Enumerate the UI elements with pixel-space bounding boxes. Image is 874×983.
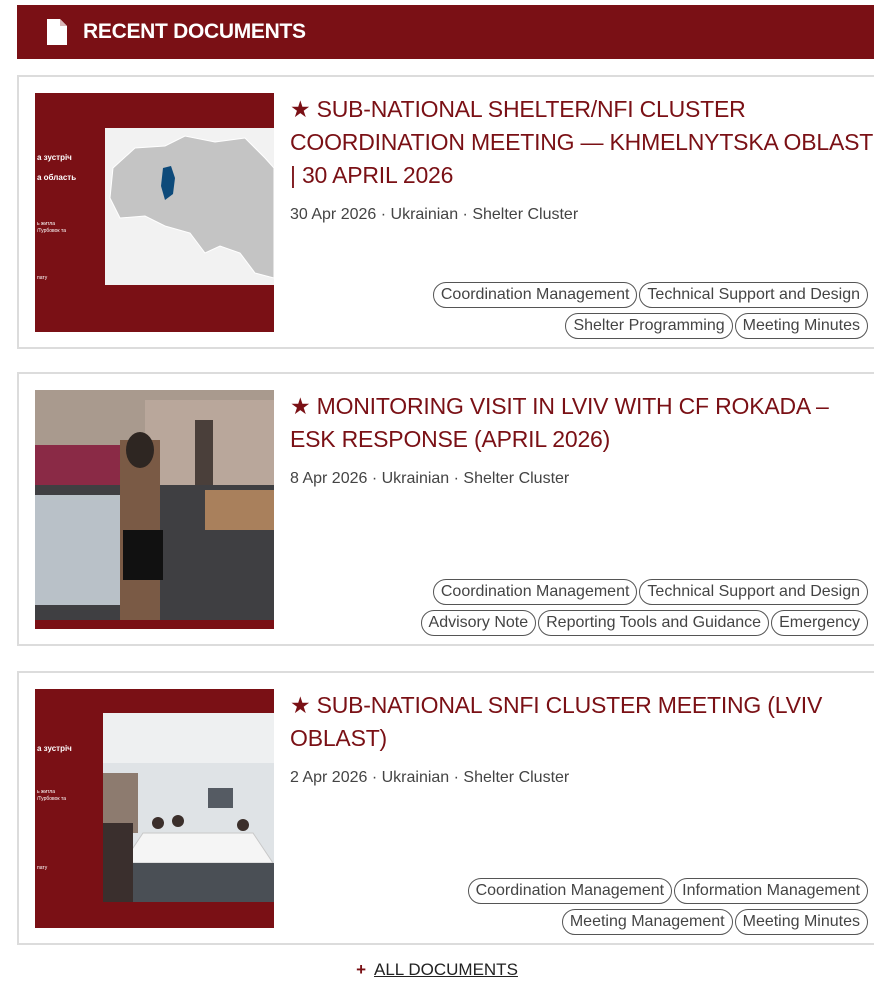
document-card[interactable]: ★ MONITORING VISIT IN LVIV WITH CF ROKAD… (17, 372, 874, 646)
tag-badge[interactable]: Information Management (674, 878, 868, 904)
tag-badge[interactable]: Shelter Programming (565, 313, 733, 339)
tag-badge[interactable]: Technical Support and Design (639, 282, 868, 308)
all-documents-footer: + ALL DOCUMENTS (0, 960, 874, 980)
tag-badge[interactable]: Meeting Minutes (734, 313, 868, 339)
tag-list: Coordination Management Information Mana… (328, 878, 868, 935)
document-title-link[interactable]: ★ SUB-NATIONAL SNFI CLUSTER MEETING (LVI… (290, 689, 874, 755)
document-title-link[interactable]: ★ MONITORING VISIT IN LVIV WITH CF ROKAD… (290, 390, 874, 456)
document-meta: 30 Apr 2026 · Ukrainian · Shelter Cluste… (290, 206, 579, 223)
document-thumbnail[interactable] (35, 390, 274, 629)
all-documents-link[interactable]: ALL DOCUMENTS (374, 960, 518, 979)
tag-badge[interactable]: Advisory Note (420, 610, 537, 636)
document-thumbnail[interactable]: а зустріч ь житла /Турбовок та пату (35, 689, 274, 928)
tag-badge[interactable]: Meeting Minutes (734, 909, 868, 935)
tag-list: Coordination Management Technical Suppor… (328, 282, 868, 339)
document-title-link[interactable]: ★ SUB-NATIONAL SHELTER/NFI CLUSTER COORD… (290, 93, 874, 192)
document-card[interactable]: а зустріч ь житла /Турбовок та пату ★ SU… (17, 671, 874, 945)
tag-badge[interactable]: Technical Support and Design (639, 579, 868, 605)
tag-list: Coordination Management Technical Suppor… (328, 579, 868, 636)
tag-badge[interactable]: Reporting Tools and Guidance (538, 610, 770, 636)
document-meta: 8 Apr 2026 · Ukrainian · Shelter Cluster (290, 470, 570, 487)
document-icon (47, 19, 67, 45)
tag-badge[interactable]: Coordination Management (467, 878, 673, 904)
meeting-room-photo (103, 713, 274, 902)
ukraine-map-image (105, 128, 274, 285)
document-meta: 2 Apr 2026 · Ukrainian · Shelter Cluster (290, 769, 570, 786)
document-card[interactable]: а зустріч а область ь житла /Турбовок та… (17, 75, 874, 349)
tag-badge[interactable]: Coordination Management (432, 282, 638, 308)
tag-badge[interactable]: Emergency (771, 610, 868, 636)
plus-icon: + (356, 960, 367, 979)
section-title: RECENT DOCUMENTS (83, 20, 306, 43)
tag-badge[interactable]: Coordination Management (432, 579, 638, 605)
document-thumbnail[interactable]: а зустріч а область ь житла /Турбовок та… (35, 93, 274, 332)
recent-documents-header: RECENT DOCUMENTS (17, 5, 874, 59)
monitoring-visit-photo (35, 390, 274, 629)
tag-badge[interactable]: Meeting Management (561, 909, 733, 935)
